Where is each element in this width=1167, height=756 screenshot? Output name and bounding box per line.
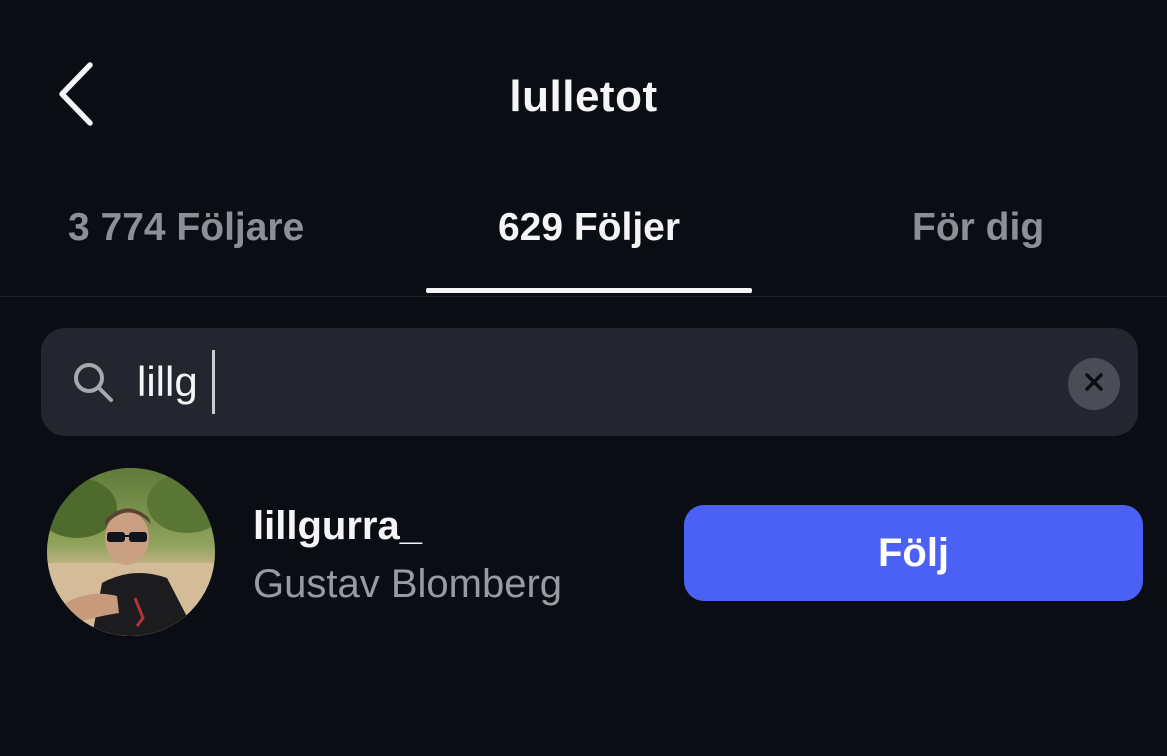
search-input[interactable] xyxy=(137,352,1037,412)
following-list-screen: lulletot 3 774 Följare 629 Följer För di… xyxy=(0,0,1167,756)
search-bar[interactable] xyxy=(41,328,1138,436)
tab-following[interactable]: 629 Följer xyxy=(426,206,752,250)
result-full-name: Gustav Blomberg xyxy=(253,562,563,606)
tab-for-you[interactable]: För dig xyxy=(912,206,1044,250)
close-icon xyxy=(1082,370,1106,399)
tab-followers[interactable]: 3 774 Följare xyxy=(68,206,304,250)
text-caret xyxy=(212,350,215,414)
avatar[interactable] xyxy=(47,468,215,636)
search-icon xyxy=(71,360,115,404)
page-title: lulletot xyxy=(509,72,658,121)
list-item[interactable]: lillgurra_ Gustav Blomberg Följ xyxy=(0,462,1167,652)
follow-button[interactable]: Följ xyxy=(684,505,1143,601)
tab-bar: 3 774 Följare 629 Följer För dig xyxy=(0,190,1167,297)
active-tab-indicator xyxy=(426,288,752,293)
result-username: lillgurra_ xyxy=(253,504,422,548)
clear-search-button[interactable] xyxy=(1068,358,1120,410)
